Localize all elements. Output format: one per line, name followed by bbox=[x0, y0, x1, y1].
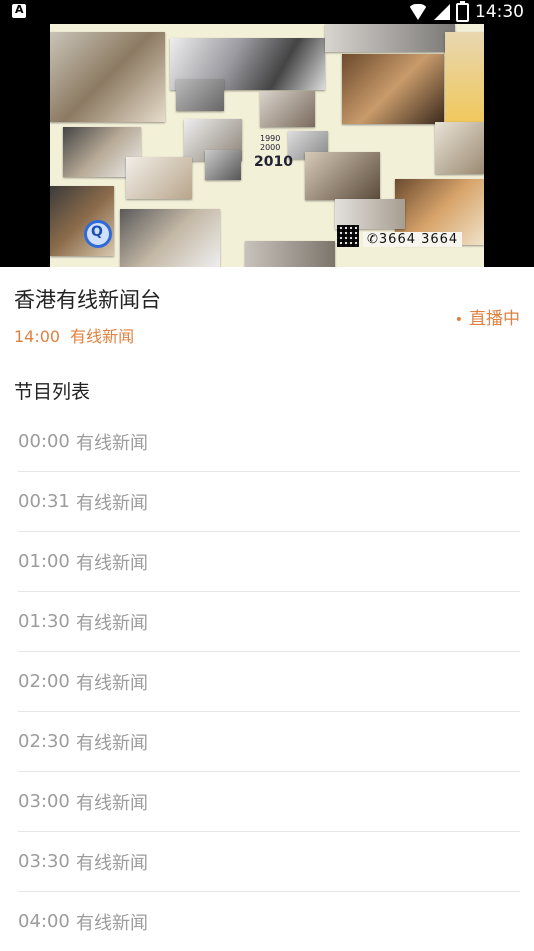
program-name: 有线新闻 bbox=[76, 672, 148, 694]
photo-tile bbox=[126, 157, 192, 199]
program-name: 有线新闻 bbox=[76, 732, 148, 754]
status-bar: 14:30 bbox=[0, 0, 534, 24]
now-playing-program: 有线新闻 bbox=[70, 327, 135, 346]
program-list-item[interactable]: 04:00 有线新闻 bbox=[18, 892, 520, 951]
photo-tile bbox=[205, 150, 241, 180]
now-playing: 14:00 有线新闻 bbox=[14, 323, 134, 347]
program-name: 有线新闻 bbox=[76, 552, 148, 574]
program-time: 01:30 bbox=[18, 611, 70, 632]
year-label-main: 2010 bbox=[254, 154, 293, 170]
program-list-item[interactable]: 01:30 有线新闻 bbox=[18, 592, 520, 652]
program-list-item[interactable]: 03:00 有线新闻 bbox=[18, 772, 520, 832]
hotline-number: 3664 3664 bbox=[378, 232, 459, 247]
hotline-text: ✆3664 3664 bbox=[363, 232, 463, 247]
program-time: 00:31 bbox=[18, 491, 70, 512]
photo-tile bbox=[245, 241, 335, 267]
program-name: 有线新闻 bbox=[76, 912, 148, 934]
program-time: 04:00 bbox=[18, 911, 70, 932]
signal-icon bbox=[434, 4, 450, 20]
live-indicator: • 直播中 bbox=[455, 304, 520, 329]
photo-tile bbox=[50, 32, 165, 122]
now-playing-time: 14:00 bbox=[14, 327, 61, 346]
program-list-item[interactable]: 00:31 有线新闻 bbox=[18, 472, 520, 532]
photo-tile bbox=[325, 24, 455, 52]
notification-icon bbox=[12, 3, 26, 18]
program-name: 有线新闻 bbox=[76, 852, 148, 874]
program-time: 02:30 bbox=[18, 731, 70, 752]
year-label: 1990 bbox=[260, 134, 281, 143]
photo-tile bbox=[120, 209, 220, 267]
wifi-icon bbox=[408, 4, 428, 20]
program-list-item[interactable]: 02:30 有线新闻 bbox=[18, 712, 520, 772]
photo-tile bbox=[435, 122, 484, 174]
program-list-item[interactable]: 03:30 有线新闻 bbox=[18, 832, 520, 892]
program-time: 03:00 bbox=[18, 791, 70, 812]
program-list-item[interactable]: 01:00 有线新闻 bbox=[18, 532, 520, 592]
program-name: 有线新闻 bbox=[76, 492, 148, 514]
year-label: 2000 bbox=[260, 143, 281, 152]
photo-tile bbox=[176, 79, 224, 111]
channel-title: 香港有线新闻台 bbox=[14, 288, 161, 312]
photo-tile bbox=[342, 54, 444, 124]
program-name: 有线新闻 bbox=[76, 792, 148, 814]
program-time: 01:00 bbox=[18, 551, 70, 572]
program-name: 有线新闻 bbox=[76, 612, 148, 634]
program-name: 有线新闻 bbox=[76, 432, 148, 454]
live-dot-icon: • bbox=[454, 312, 463, 328]
video-player[interactable]: 1990 2000 2010 ✆3664 3664 bbox=[0, 24, 534, 267]
channel-logo-icon bbox=[84, 220, 112, 248]
program-list-item[interactable]: 02:00 有线新闻 bbox=[18, 652, 520, 712]
photo-tile bbox=[260, 91, 315, 127]
photo-tile bbox=[305, 152, 380, 200]
video-frame: 1990 2000 2010 ✆3664 3664 bbox=[50, 24, 484, 267]
program-time: 03:30 bbox=[18, 851, 70, 872]
status-icons: 14:30 bbox=[408, 0, 524, 22]
program-list[interactable]: 00:00 有线新闻 00:31 有线新闻 01:00 有线新闻 01:30 有线新闻 … bbox=[18, 412, 520, 951]
program-time: 02:00 bbox=[18, 671, 70, 692]
live-label: 直播中 bbox=[469, 309, 520, 329]
photo-tile bbox=[445, 32, 484, 122]
qr-code-icon bbox=[337, 225, 359, 247]
program-list-item[interactable]: 00:00 有线新闻 bbox=[18, 412, 520, 472]
timeline-years: 1990 2000 bbox=[260, 134, 280, 152]
clock: 14:30 bbox=[475, 2, 524, 22]
program-list-title: 节目列表 bbox=[14, 381, 91, 403]
phone-icon: ✆ bbox=[367, 232, 379, 247]
program-time: 00:00 bbox=[18, 431, 70, 452]
battery-icon bbox=[456, 0, 469, 22]
